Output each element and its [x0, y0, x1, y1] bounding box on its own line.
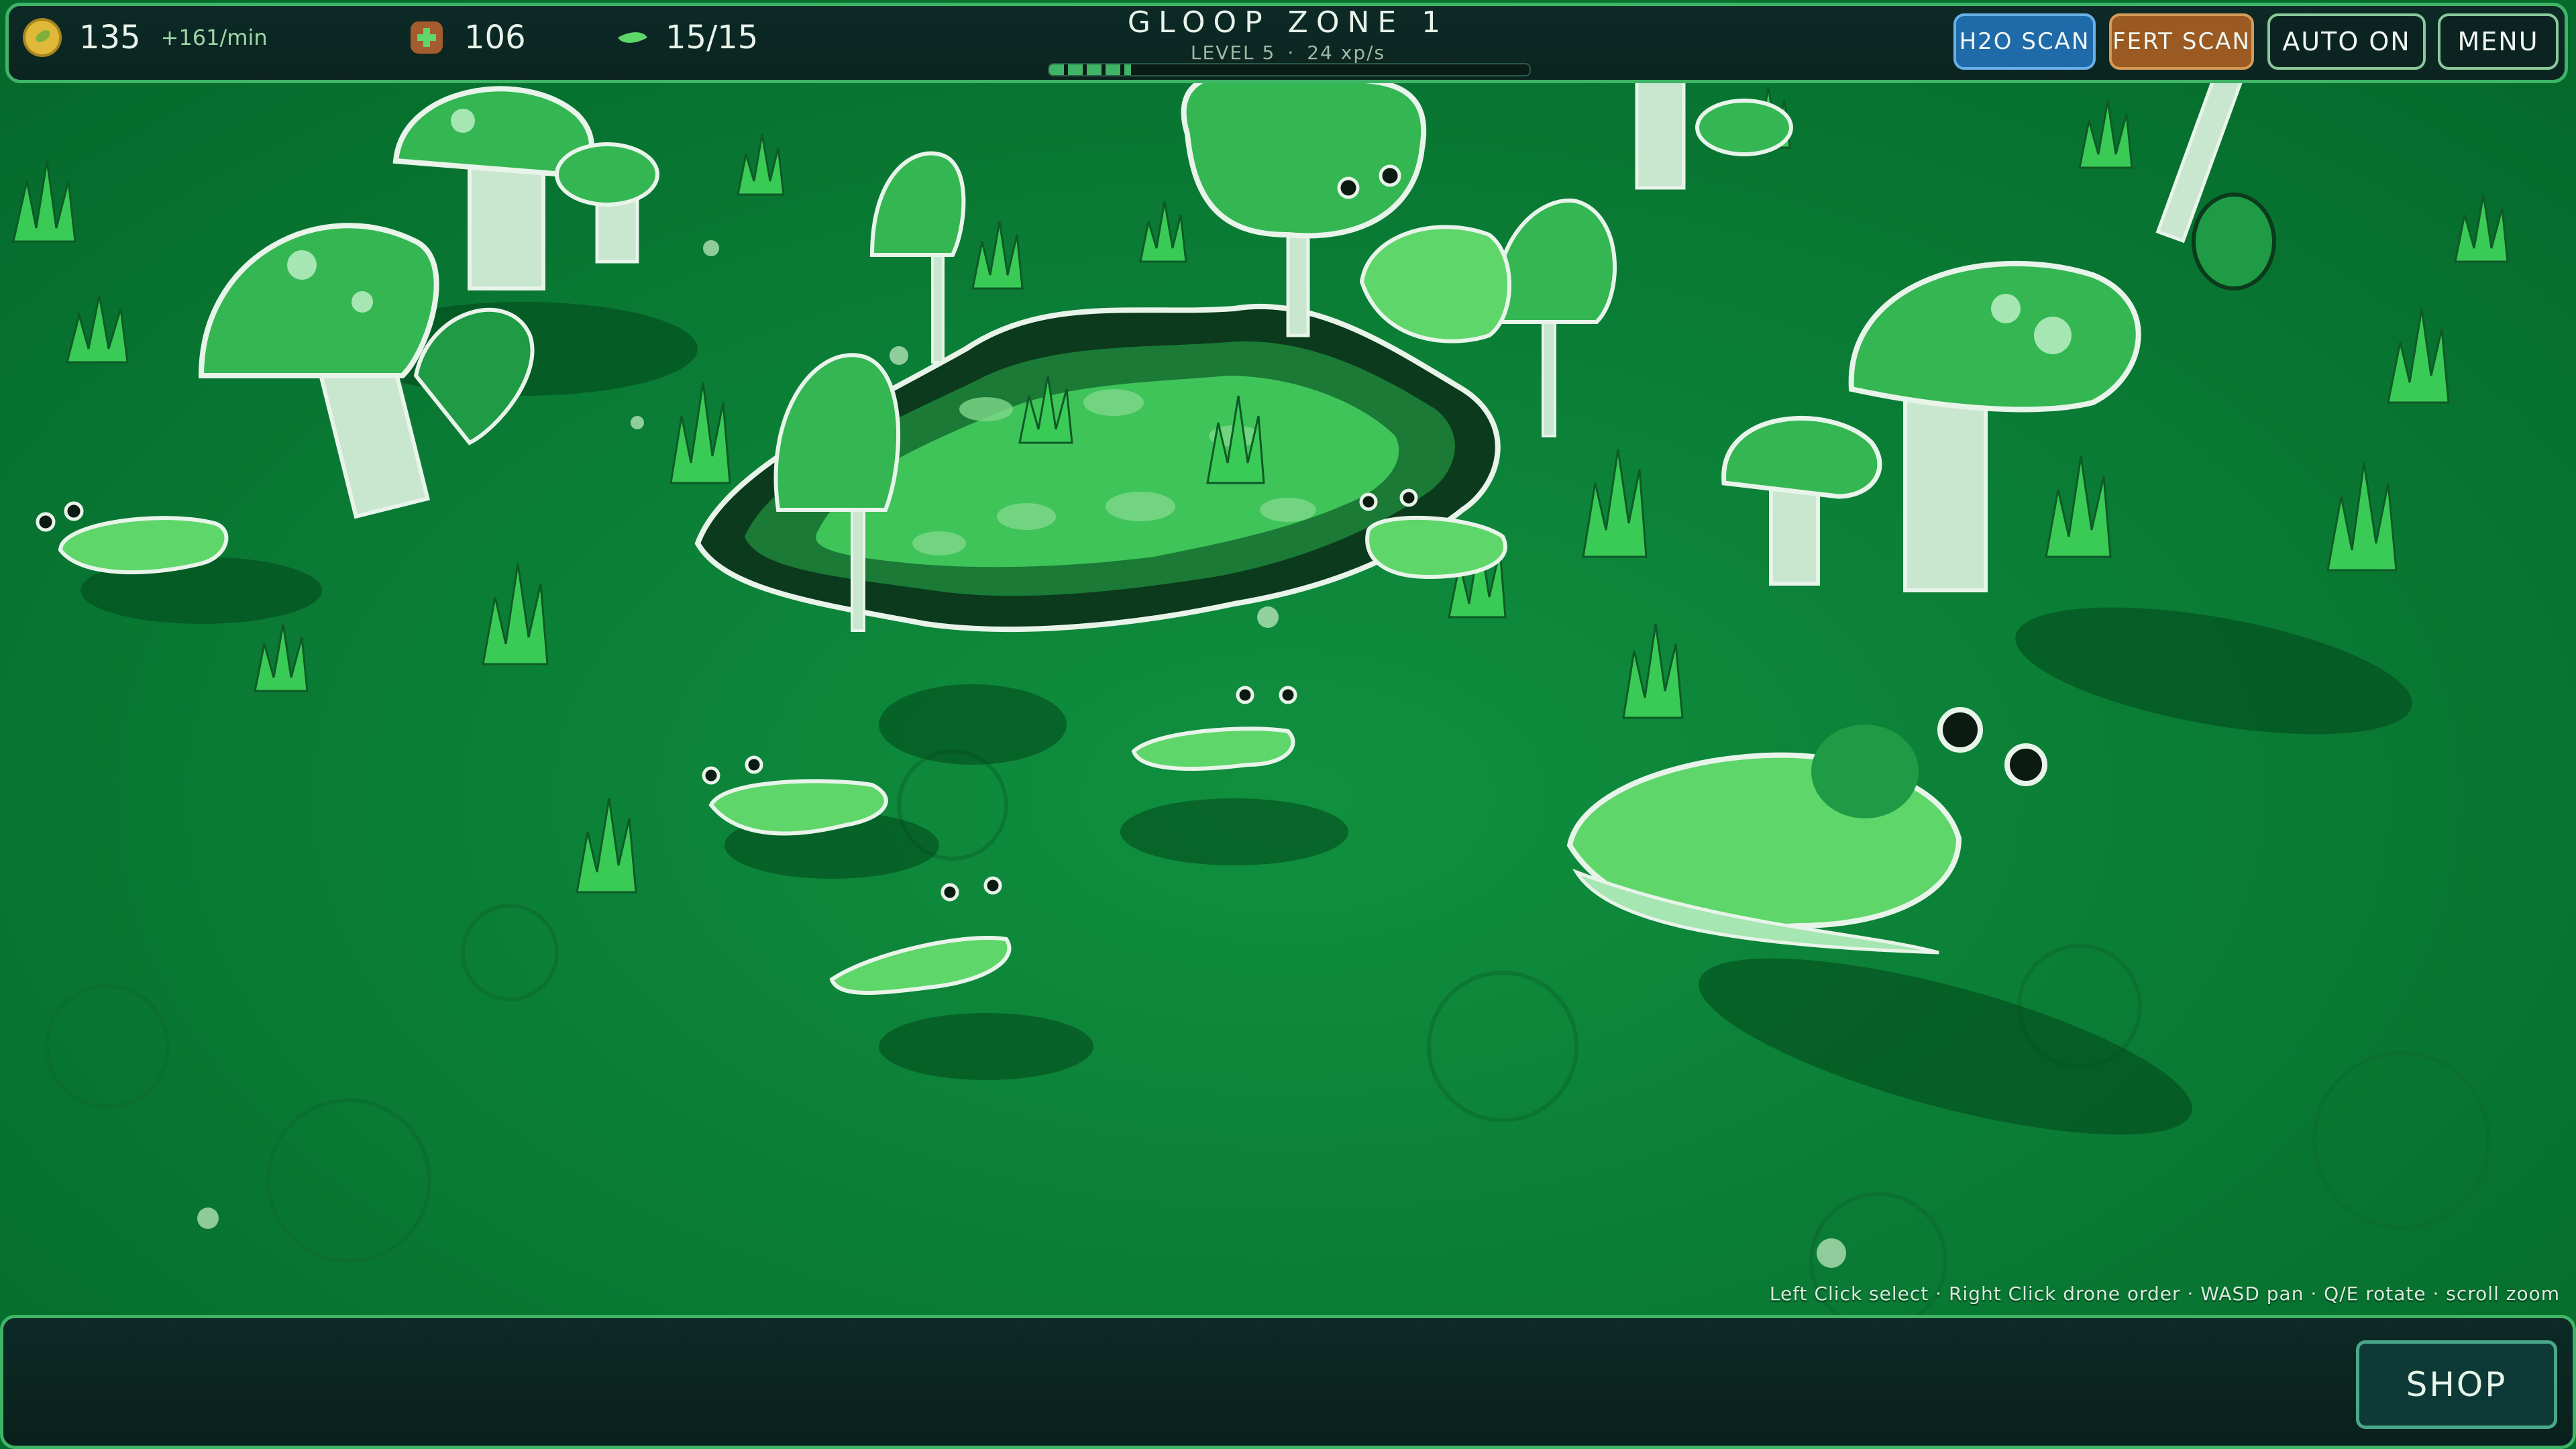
- gold-resource: 135 +161/min: [23, 0, 268, 75]
- auto-toggle-button[interactable]: AUTO ON: [2267, 13, 2426, 70]
- zone-level: LEVEL 5: [1190, 42, 1276, 64]
- plants-resource: 15/15: [618, 0, 759, 75]
- zone-title: GLOOP ZONE 1: [1127, 5, 1449, 40]
- game-world[interactable]: [0, 0, 2576, 1449]
- leaf-icon: [618, 24, 647, 51]
- controls-hint: Left Click select · Right Click drone or…: [1769, 1283, 2560, 1305]
- plants-value: 15/15: [665, 19, 759, 56]
- shop-button[interactable]: SHOP: [2356, 1340, 2557, 1429]
- coin-icon: [23, 18, 62, 57]
- h2o-scan-button[interactable]: H2O SCAN: [1953, 13, 2096, 70]
- xp-progress-bar: [1048, 63, 1531, 76]
- zone-subtitle: LEVEL 5 · 24 xp/s: [1020, 42, 1556, 64]
- zone-xp-rate: 24 xp/s: [1307, 42, 1386, 64]
- health-value: 106: [464, 19, 526, 56]
- fert-scan-button[interactable]: FERT SCAN: [2109, 13, 2254, 70]
- zone-separator: ·: [1287, 42, 1295, 64]
- xp-progress-fill: [1049, 64, 1131, 75]
- gold-rate: +161/min: [160, 25, 268, 50]
- menu-button[interactable]: MENU: [2438, 13, 2559, 70]
- health-resource: 106: [411, 0, 526, 75]
- gold-value: 135: [79, 19, 141, 56]
- medkit-icon: [411, 21, 443, 54]
- bottom-hud: [0, 1315, 2576, 1449]
